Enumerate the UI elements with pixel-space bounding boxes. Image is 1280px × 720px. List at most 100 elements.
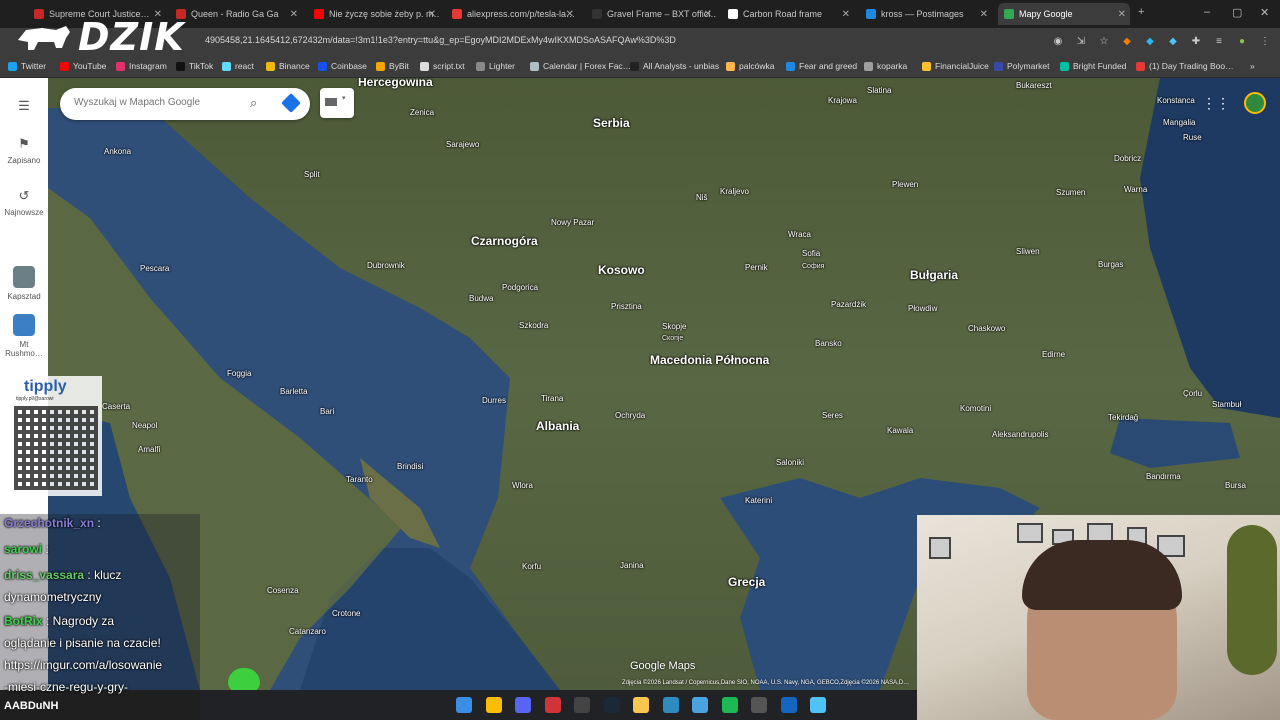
profile-icon[interactable]: ● — [1235, 34, 1249, 48]
map-place-label[interactable]: Bari — [320, 407, 334, 416]
map-country-label[interactable]: Bułgaria — [910, 269, 958, 281]
map-place-label[interactable]: Chaskowo — [968, 324, 1005, 333]
close-icon[interactable]: ✕ — [1260, 6, 1269, 19]
search-icon[interactable]: ⌕ — [250, 95, 257, 111]
extension-icon[interactable]: ◆ — [1143, 34, 1157, 48]
install-icon[interactable]: ⇲ — [1074, 34, 1088, 48]
map-place-label[interactable]: Konstanca — [1157, 96, 1195, 105]
map-country-label[interactable]: Kosowo — [598, 264, 645, 276]
bookmark-item[interactable]: (1) Day Trading Boo… — [1136, 61, 1234, 71]
bookmark-item[interactable]: react — [222, 61, 254, 71]
tab[interactable]: Carbon Road frame ✕ — [722, 3, 854, 25]
avatar[interactable] — [1244, 92, 1266, 114]
map-place-label[interactable]: Bursa — [1225, 481, 1246, 490]
discord-icon[interactable] — [515, 697, 531, 713]
map-place-label[interactable]: Wraca — [788, 230, 811, 239]
tab-close-icon[interactable]: ✕ — [980, 9, 988, 20]
map-place-label[interactable]: Kraljevo — [720, 187, 749, 196]
xtb-icon[interactable] — [780, 697, 797, 713]
bookmark-item[interactable]: Instagram — [116, 61, 167, 71]
bookmark-item[interactable]: FinancialJuice — [922, 61, 989, 71]
map-place-label[interactable]: Скопје — [662, 334, 683, 343]
tab[interactable]: Queen - Radio Ga Ga ✕ — [170, 3, 302, 25]
star-icon[interactable]: ☆ — [1097, 34, 1111, 48]
layers-button[interactable]: ▾ — [320, 88, 354, 118]
steam-icon[interactable] — [603, 697, 620, 713]
map-place-label[interactable]: Zenica — [410, 108, 434, 117]
sidebar-item-saved[interactable]: ⚑ Zapisano — [0, 136, 48, 165]
bookmark-item[interactable]: Calendar | Forex Fac… — [530, 61, 631, 71]
map-place-label[interactable]: Bukareszt — [1016, 81, 1052, 90]
bookmarks-overflow[interactable]: » — [1250, 61, 1255, 71]
windows-start-icon[interactable] — [456, 697, 472, 713]
map-place-label[interactable]: Pernik — [745, 263, 768, 272]
map-country-label[interactable]: Grecja — [728, 576, 765, 588]
map-place-label[interactable]: Mangalia — [1163, 118, 1195, 127]
map-place-label[interactable]: Bansko — [815, 339, 842, 348]
bookmark-item[interactable]: Polymarket — [994, 61, 1050, 71]
map-place-label[interactable]: Sliwen — [1016, 247, 1040, 256]
map-place-label[interactable]: Saloniki — [776, 458, 804, 467]
map-place-label[interactable]: Podgorica — [502, 283, 538, 292]
folder-icon[interactable] — [633, 697, 649, 713]
tab[interactable]: Mapy Google ✕ — [998, 3, 1130, 25]
bookmark-item[interactable]: Fear and greed — [786, 61, 857, 71]
url-text[interactable]: 4905458,21.1645412,672432m/data=!3m1!1e3… — [205, 35, 676, 45]
bookmark-item[interactable]: Lighter — [476, 61, 515, 71]
tab-close-icon[interactable]: ✕ — [842, 9, 850, 20]
map-country-label[interactable]: Albania — [536, 420, 579, 432]
map-place-label[interactable]: Dubrownik — [367, 261, 405, 270]
map-place-label[interactable]: Nowy Pazar — [551, 218, 594, 227]
map-place-label[interactable]: Pescara — [140, 264, 169, 273]
map-place-label[interactable]: Niš — [696, 193, 708, 202]
bookmark-item[interactable]: Bright Funded — [1060, 61, 1126, 71]
map-place-label[interactable]: Krajowa — [828, 96, 857, 105]
map-place-label[interactable]: Crotone — [332, 609, 360, 618]
map-place-label[interactable]: Wlora — [512, 481, 533, 490]
map-place-label[interactable]: Neapol — [132, 421, 157, 430]
map-place-label[interactable]: Barletta — [280, 387, 308, 396]
sidebar-item-rushmore[interactable]: Mt Rushmo… — [0, 314, 48, 358]
map-place-label[interactable]: Kawala — [887, 426, 913, 435]
bookmark-item[interactable]: koparka — [864, 61, 907, 71]
map-place-label[interactable]: Budwa — [469, 294, 493, 303]
network-icon[interactable] — [692, 697, 708, 713]
map-place-label[interactable]: Stambuł — [1212, 400, 1241, 409]
map-place-label[interactable]: Bandırma — [1146, 472, 1181, 481]
map-place-label[interactable]: Płowdiw — [908, 304, 937, 313]
map-place-label[interactable]: Dobricz — [1114, 154, 1141, 163]
map-place-label[interactable]: Komotini — [960, 404, 991, 413]
minimize-icon[interactable]: – — [1204, 6, 1210, 18]
tab[interactable]: kross — Postimages ✕ — [860, 3, 992, 25]
ccleaner-icon[interactable] — [662, 697, 679, 713]
reading-list-icon[interactable]: ≡ — [1212, 34, 1226, 48]
directions-icon[interactable] — [281, 93, 301, 113]
bookmark-item[interactable]: Twitter — [8, 61, 46, 71]
map-place-label[interactable]: Amalfi — [138, 445, 160, 454]
bookmark-item[interactable]: palcówka — [726, 61, 774, 71]
map-place-label[interactable]: Warna — [1124, 185, 1147, 194]
map-place-label[interactable]: Pazardżik — [831, 300, 866, 309]
location-icon[interactable]: ◉ — [1051, 34, 1065, 48]
map-place-label[interactable]: Split — [304, 170, 320, 179]
map-place-label[interactable]: Plewen — [892, 180, 918, 189]
puzzle-icon[interactable]: ✚ — [1189, 34, 1203, 48]
map-place-label[interactable]: Szkodra — [519, 321, 548, 330]
notes-icon[interactable] — [810, 697, 826, 713]
maximize-icon[interactable]: ▢ — [1232, 6, 1242, 19]
map-place-label[interactable]: Edirne — [1042, 350, 1065, 359]
map-place-label[interactable]: Tirana — [541, 394, 563, 403]
map-place-label[interactable]: Foggia — [227, 369, 251, 378]
bookmark-item[interactable]: script.txt — [420, 61, 465, 71]
map-place-label[interactable]: Sofia — [802, 249, 820, 258]
map-country-label[interactable]: Czarnogóra — [471, 235, 538, 247]
map-place-label[interactable]: Caserta — [102, 402, 130, 411]
extension-icon[interactable]: ◆ — [1166, 34, 1180, 48]
tab[interactable]: Nie życzę sobie żeby p. m… ✕ — [308, 3, 440, 25]
tab[interactable]: aliexpress.com/p/tesla-la… ✕ — [446, 3, 578, 25]
tab[interactable]: Gravel Frame – BXT offici… ✕ — [586, 3, 716, 25]
map-place-label[interactable]: Cosenza — [267, 586, 299, 595]
map-place-label[interactable]: Szumen — [1056, 188, 1085, 197]
tab-close-icon[interactable]: ✕ — [704, 9, 712, 20]
map-place-label[interactable]: Katerini — [745, 496, 772, 505]
